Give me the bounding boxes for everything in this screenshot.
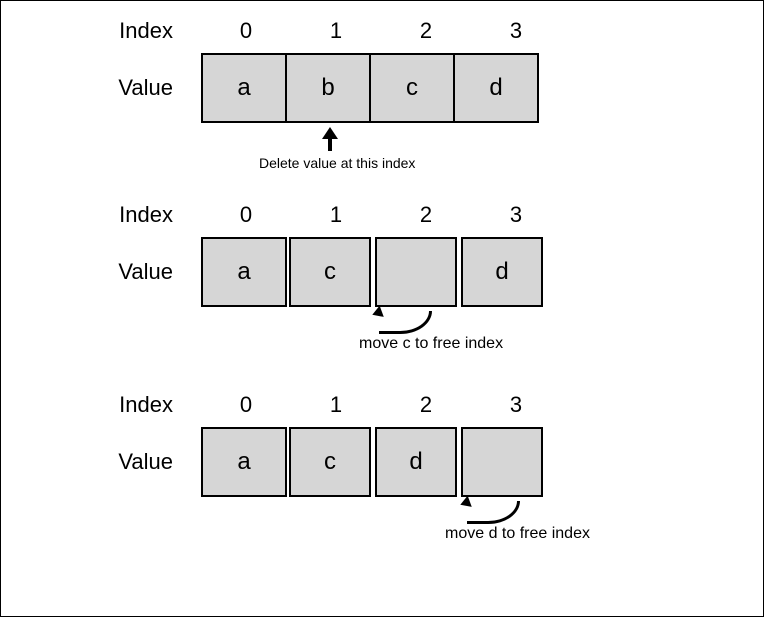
index-cell: 0	[201, 202, 291, 228]
array-cell: c	[287, 237, 373, 307]
stage-caption: move c to free index	[359, 335, 503, 353]
array-cell: d	[459, 237, 545, 307]
value-label: Value	[1, 259, 201, 285]
index-cell: 1	[291, 392, 381, 418]
array-cell	[459, 427, 545, 497]
value-row: a c d	[201, 237, 545, 307]
array-stage-1: Index 0 1 2 3 Value a b c d Delete value…	[1, 17, 763, 123]
index-cell: 3	[471, 392, 561, 418]
value-label: Value	[1, 75, 201, 101]
index-label: Index	[1, 392, 201, 418]
array-cell: d	[453, 53, 539, 123]
index-row: 0 1 2 3	[201, 202, 561, 228]
index-label: Index	[1, 202, 201, 228]
array-cell: d	[373, 427, 459, 497]
index-cell: 1	[291, 18, 381, 44]
index-cell: 2	[381, 392, 471, 418]
index-cell: 0	[201, 18, 291, 44]
arrow-up-icon	[323, 129, 337, 151]
index-cell: 3	[471, 202, 561, 228]
index-cell: 3	[471, 18, 561, 44]
index-cell: 2	[381, 202, 471, 228]
array-cell: c	[287, 427, 373, 497]
array-cell: c	[369, 53, 455, 123]
index-row: 0 1 2 3	[201, 18, 561, 44]
stage-caption: Delete value at this index	[259, 155, 415, 171]
array-stage-3: Index 0 1 2 3 Value a c d move d to free…	[1, 391, 763, 497]
index-cell: 1	[291, 202, 381, 228]
index-row: 0 1 2 3	[201, 392, 561, 418]
index-cell: 0	[201, 392, 291, 418]
arrow-curve-icon	[379, 311, 432, 334]
index-cell: 2	[381, 18, 471, 44]
arrow-curve-icon	[467, 501, 520, 524]
array-cell: b	[285, 53, 371, 123]
array-stage-2: Index 0 1 2 3 Value a c d move c to free…	[1, 201, 763, 307]
array-cell	[373, 237, 459, 307]
array-cell: a	[201, 427, 287, 497]
stage-caption: move d to free index	[445, 525, 590, 543]
index-label: Index	[1, 18, 201, 44]
array-cell: a	[201, 237, 287, 307]
array-cell: a	[201, 53, 287, 123]
value-row: a b c d	[201, 53, 539, 123]
value-label: Value	[1, 449, 201, 475]
value-row: a c d	[201, 427, 545, 497]
